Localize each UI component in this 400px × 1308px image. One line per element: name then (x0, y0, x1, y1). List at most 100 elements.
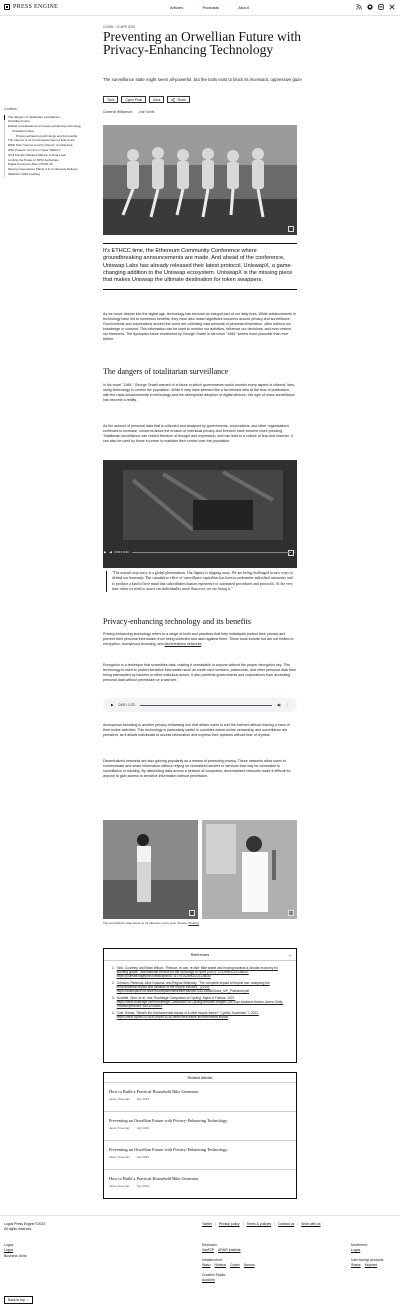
footer-infra: Infrastructure: Waku Nimbus Codex Nomos (202, 1258, 255, 1267)
meta-separator: · (132, 1097, 134, 1101)
infra-link[interactable]: Nomos (244, 1263, 255, 1268)
fullscreen-icon[interactable]: ⛶ (294, 550, 296, 554)
pull-quote: "The assault on privacy is a global phen… (106, 571, 296, 593)
site-header: PRESS ENGINE Articles · Podcasts · About (0, 0, 400, 16)
reference-item: 4. Cole, Emma. "What's the environmental … (112, 1011, 286, 1019)
author-list: Cameron Williamson John Smith (103, 110, 154, 114)
volume-icon[interactable]: ◀) (277, 703, 281, 707)
tag-tools[interactable]: Tools (103, 96, 119, 103)
rights-text: All rights reserved. (4, 1227, 33, 1231)
footer-link-work[interactable]: Work with us (301, 1222, 320, 1226)
footer-units: Business Units: (4, 1254, 27, 1259)
expand-icon[interactable]: ⛶ (288, 910, 294, 916)
audio-progress-bar[interactable] (139, 704, 272, 706)
play-icon[interactable]: ▶ (104, 550, 106, 554)
tag-docs[interactable]: Docs (149, 96, 165, 103)
reference-item: 3. Norcliffe, Glen, et al., eds. Routledg… (112, 996, 286, 1008)
twitter-icon[interactable] (389, 4, 395, 10)
article-subtitle: The surveillance state might seem all-po… (103, 77, 302, 82)
section-heading-pet: Privacy-enhancing technology and its ben… (103, 617, 251, 626)
chevron-down-icon: ⌄ (288, 952, 292, 957)
reference-text[interactable]: Cole, Emma. "What's the environmental im… (117, 1011, 286, 1019)
movement-link[interactable]: Logos (351, 1248, 360, 1252)
infra-link[interactable]: Codex (230, 1263, 240, 1268)
footer-logos: Logos: Logos (4, 1243, 14, 1252)
github-icon[interactable] (367, 4, 373, 10)
references-panel: References ⌄ 1. Sztu, Courtney, and Brian… (103, 948, 297, 1063)
toc-title: Contents (4, 107, 17, 111)
tag-cyber-punk[interactable]: Cyber Punk (121, 96, 147, 103)
reference-text[interactable]: Norcliffe, Glen, et al., eds. Routledge … (117, 996, 286, 1008)
back-to-top-label: Back to top (8, 1298, 25, 1302)
related-article-date: Apr 2023 (136, 1097, 150, 1101)
related-article-card[interactable]: Preventing an Orwellian Future with Priv… (104, 1112, 296, 1141)
footer-link-terms[interactable]: Terms & policies (247, 1222, 272, 1226)
site-logo[interactable]: PRESS ENGINE (4, 4, 58, 10)
pixabay-link[interactable]: Pixabay (189, 921, 200, 925)
nav-articles[interactable]: Articles (170, 5, 183, 10)
research-link[interactable]: AFAIR Institute (218, 1248, 241, 1253)
related-article-title: How to Build a Practical Household Bike … (109, 1089, 199, 1094)
footer-link-privacy[interactable]: Privacy policy (219, 1222, 240, 1226)
related-article-meta: Jason Freeman · Apr 2023 (109, 1184, 291, 1188)
author-link[interactable]: John Smith (138, 110, 154, 114)
meta-separator: · (132, 1155, 134, 1159)
reference-text[interactable]: Johnson, Rebecca, Alice Kodama, and Regi… (117, 981, 286, 993)
tag-list: Tools Cyber Punk Docs Share (103, 96, 190, 103)
author-link[interactable]: Cameron Williamson (103, 110, 132, 114)
gallery-image-right: ⛶ (202, 820, 297, 919)
logo-text: PRESS ENGINE (13, 4, 59, 10)
reference-text[interactable]: Sztu, Courtney, and Brian Wilson. "Reduc… (117, 966, 286, 978)
mastodon-icon[interactable] (378, 4, 384, 10)
footer-movement: Movement: Logos (351, 1243, 368, 1252)
audio-player: ▶ 0:00 / 1:23 ◀) ⋮ (103, 698, 297, 712)
related-article-date: Apr 2023 (136, 1184, 150, 1188)
logos-link[interactable]: Logos (4, 1248, 13, 1252)
expand-icon[interactable]: ⛶ (189, 910, 195, 916)
related-article-card[interactable]: Preventing an Orwellian Future with Priv… (104, 1141, 296, 1170)
nav-about[interactable]: About (238, 5, 248, 10)
reference-item: 2. Johnson, Rebecca, Alice Kodama, and Re… (112, 981, 286, 993)
infra-link[interactable]: Nimbus (215, 1263, 227, 1268)
reference-number: 4. (112, 1011, 115, 1015)
back-to-top-button[interactable]: Back to top ↑ (4, 1296, 33, 1304)
footer-research: Research: VacP2P AFAIR Institute (202, 1243, 241, 1252)
toc-list: The dangers of totalitarian surveillance… (4, 115, 84, 178)
body-paragraph: As we move deeper into the digital age, … (103, 312, 296, 342)
user-link[interactable]: Keycard (365, 1263, 377, 1268)
footer-link-contact[interactable]: Contact us (278, 1222, 294, 1226)
body-paragraph: In his novel "1984," George Orwell warne… (103, 383, 296, 403)
infra-link[interactable]: Waku (202, 1263, 211, 1268)
share-button[interactable]: Share (167, 96, 190, 103)
references-toggle[interactable]: References ⌄ (104, 949, 296, 961)
body-paragraph: Encryption is a technique that scrambles… (103, 663, 296, 683)
reference-number: 1. (112, 966, 115, 970)
research-link[interactable]: VacP2P (202, 1248, 214, 1253)
meta-separator: · (132, 1184, 134, 1188)
footer-separator: | (297, 1222, 299, 1226)
table-of-contents: Contents The dangers of totalitarian sur… (4, 107, 84, 178)
logo-mark-icon (4, 4, 10, 10)
toc-item[interactable]: SEECHC 2020 Liveblog (5, 172, 84, 178)
footer-user-facing: User-facing/ products: Status Keycard (351, 1258, 396, 1267)
rss-icon[interactable] (356, 4, 362, 10)
related-article-card[interactable]: How to Build a Practical Household Bike … (104, 1083, 296, 1112)
expand-icon[interactable]: ⛶ (288, 226, 294, 232)
reference-number: 2. (112, 981, 115, 985)
volume-icon[interactable]: ◀ (109, 550, 111, 554)
hero-image: ⛶ (103, 125, 297, 235)
nav-podcasts[interactable]: Podcasts (202, 5, 218, 10)
user-link[interactable]: Status (351, 1263, 361, 1268)
footer-link-twitter[interactable]: Twitter (202, 1222, 212, 1226)
body-paragraph: Decentralized networks are also gaining … (103, 759, 291, 779)
play-icon[interactable]: ▶ (111, 703, 114, 707)
related-article-author: Jason Freeman (109, 1184, 130, 1188)
related-article-date: Apr 2023 (136, 1155, 150, 1159)
more-options-icon[interactable]: ⋮ (286, 703, 289, 707)
footer-links: Twitter | Privacy policy | Terms & policie… (202, 1222, 321, 1226)
decentralized-networks-link[interactable]: decentralized networks (165, 642, 202, 646)
video-progress-bar[interactable] (131, 551, 291, 553)
reference-item: 1. Sztu, Courtney, and Brian Wilson. "Red… (112, 966, 286, 978)
related-article-card[interactable]: How to Build a Practical Household Bike … (104, 1170, 296, 1199)
creative-link[interactable]: Acid.info (202, 1278, 215, 1282)
